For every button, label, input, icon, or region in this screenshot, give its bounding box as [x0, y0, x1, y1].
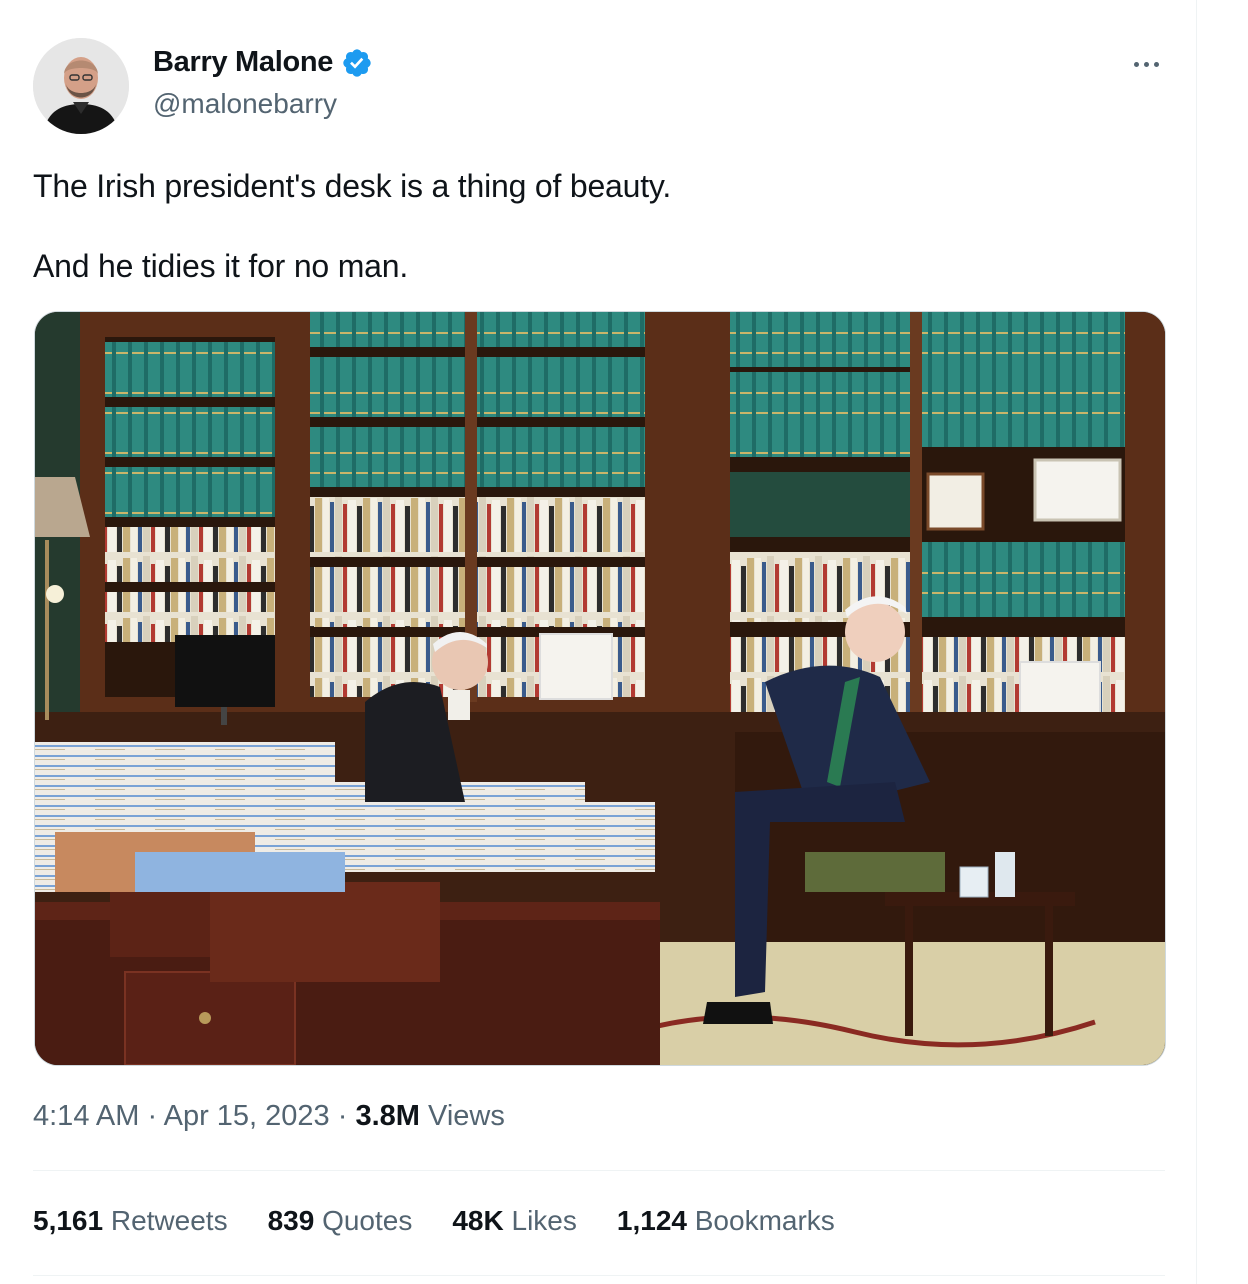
tweet-text: The Irish president's desk is a thing of… — [33, 166, 671, 286]
likes-count: 48K — [452, 1205, 504, 1236]
meta-separator: · — [147, 1100, 158, 1132]
views-label: Views — [428, 1100, 505, 1132]
photo-illustration — [35, 312, 1165, 1065]
column-border — [1196, 0, 1197, 1284]
quotes-label: Quotes — [322, 1205, 413, 1236]
more-dot — [1143, 61, 1149, 67]
tweet-text-line: The Irish president's desk is a thing of… — [33, 168, 672, 204]
engagement-stats: 5,161 Retweets 839 Quotes 48K Likes 1,12… — [33, 1205, 835, 1237]
tweet-text-line: And he tidies it for no man. — [33, 248, 409, 284]
meta-separator: · — [337, 1100, 348, 1132]
retweets-label: Retweets — [110, 1205, 228, 1236]
likes-label: Likes — [511, 1205, 577, 1236]
bookmarks-label: Bookmarks — [694, 1205, 835, 1236]
display-name[interactable]: Barry Malone — [153, 46, 333, 79]
avatar-image — [33, 38, 129, 134]
divider — [33, 1275, 1165, 1276]
quotes-stat[interactable]: 839 Quotes — [268, 1205, 413, 1237]
tweet-time[interactable]: 4:14 AM — [33, 1100, 139, 1132]
tweet: Barry Malone @malonebarry The Irish pres… — [0, 0, 1196, 1284]
tweet-photo[interactable] — [34, 311, 1166, 1066]
more-dot — [1153, 61, 1159, 67]
author-handle[interactable]: @malonebarry — [153, 88, 337, 120]
divider — [33, 1170, 1165, 1171]
bookmarks-stat[interactable]: 1,124 Bookmarks — [617, 1205, 835, 1237]
retweets-stat[interactable]: 5,161 Retweets — [33, 1205, 228, 1237]
likes-stat[interactable]: 48K Likes — [452, 1205, 577, 1237]
more-options-icon[interactable] — [1126, 50, 1166, 78]
more-dot — [1133, 61, 1139, 67]
views-count: 3.8M — [355, 1100, 420, 1132]
verified-badge-icon — [343, 48, 371, 77]
bookmarks-count: 1,124 — [616, 1205, 687, 1236]
retweets-count: 5,161 — [33, 1205, 104, 1236]
quotes-count: 839 — [267, 1205, 315, 1236]
avatar[interactable] — [33, 38, 129, 134]
tweet-meta: 4:14 AM · Apr 15, 2023 · 3.8M Views — [33, 1100, 505, 1133]
tweet-date[interactable]: Apr 15, 2023 — [164, 1100, 330, 1132]
author-name-row: Barry Malone — [153, 46, 373, 79]
